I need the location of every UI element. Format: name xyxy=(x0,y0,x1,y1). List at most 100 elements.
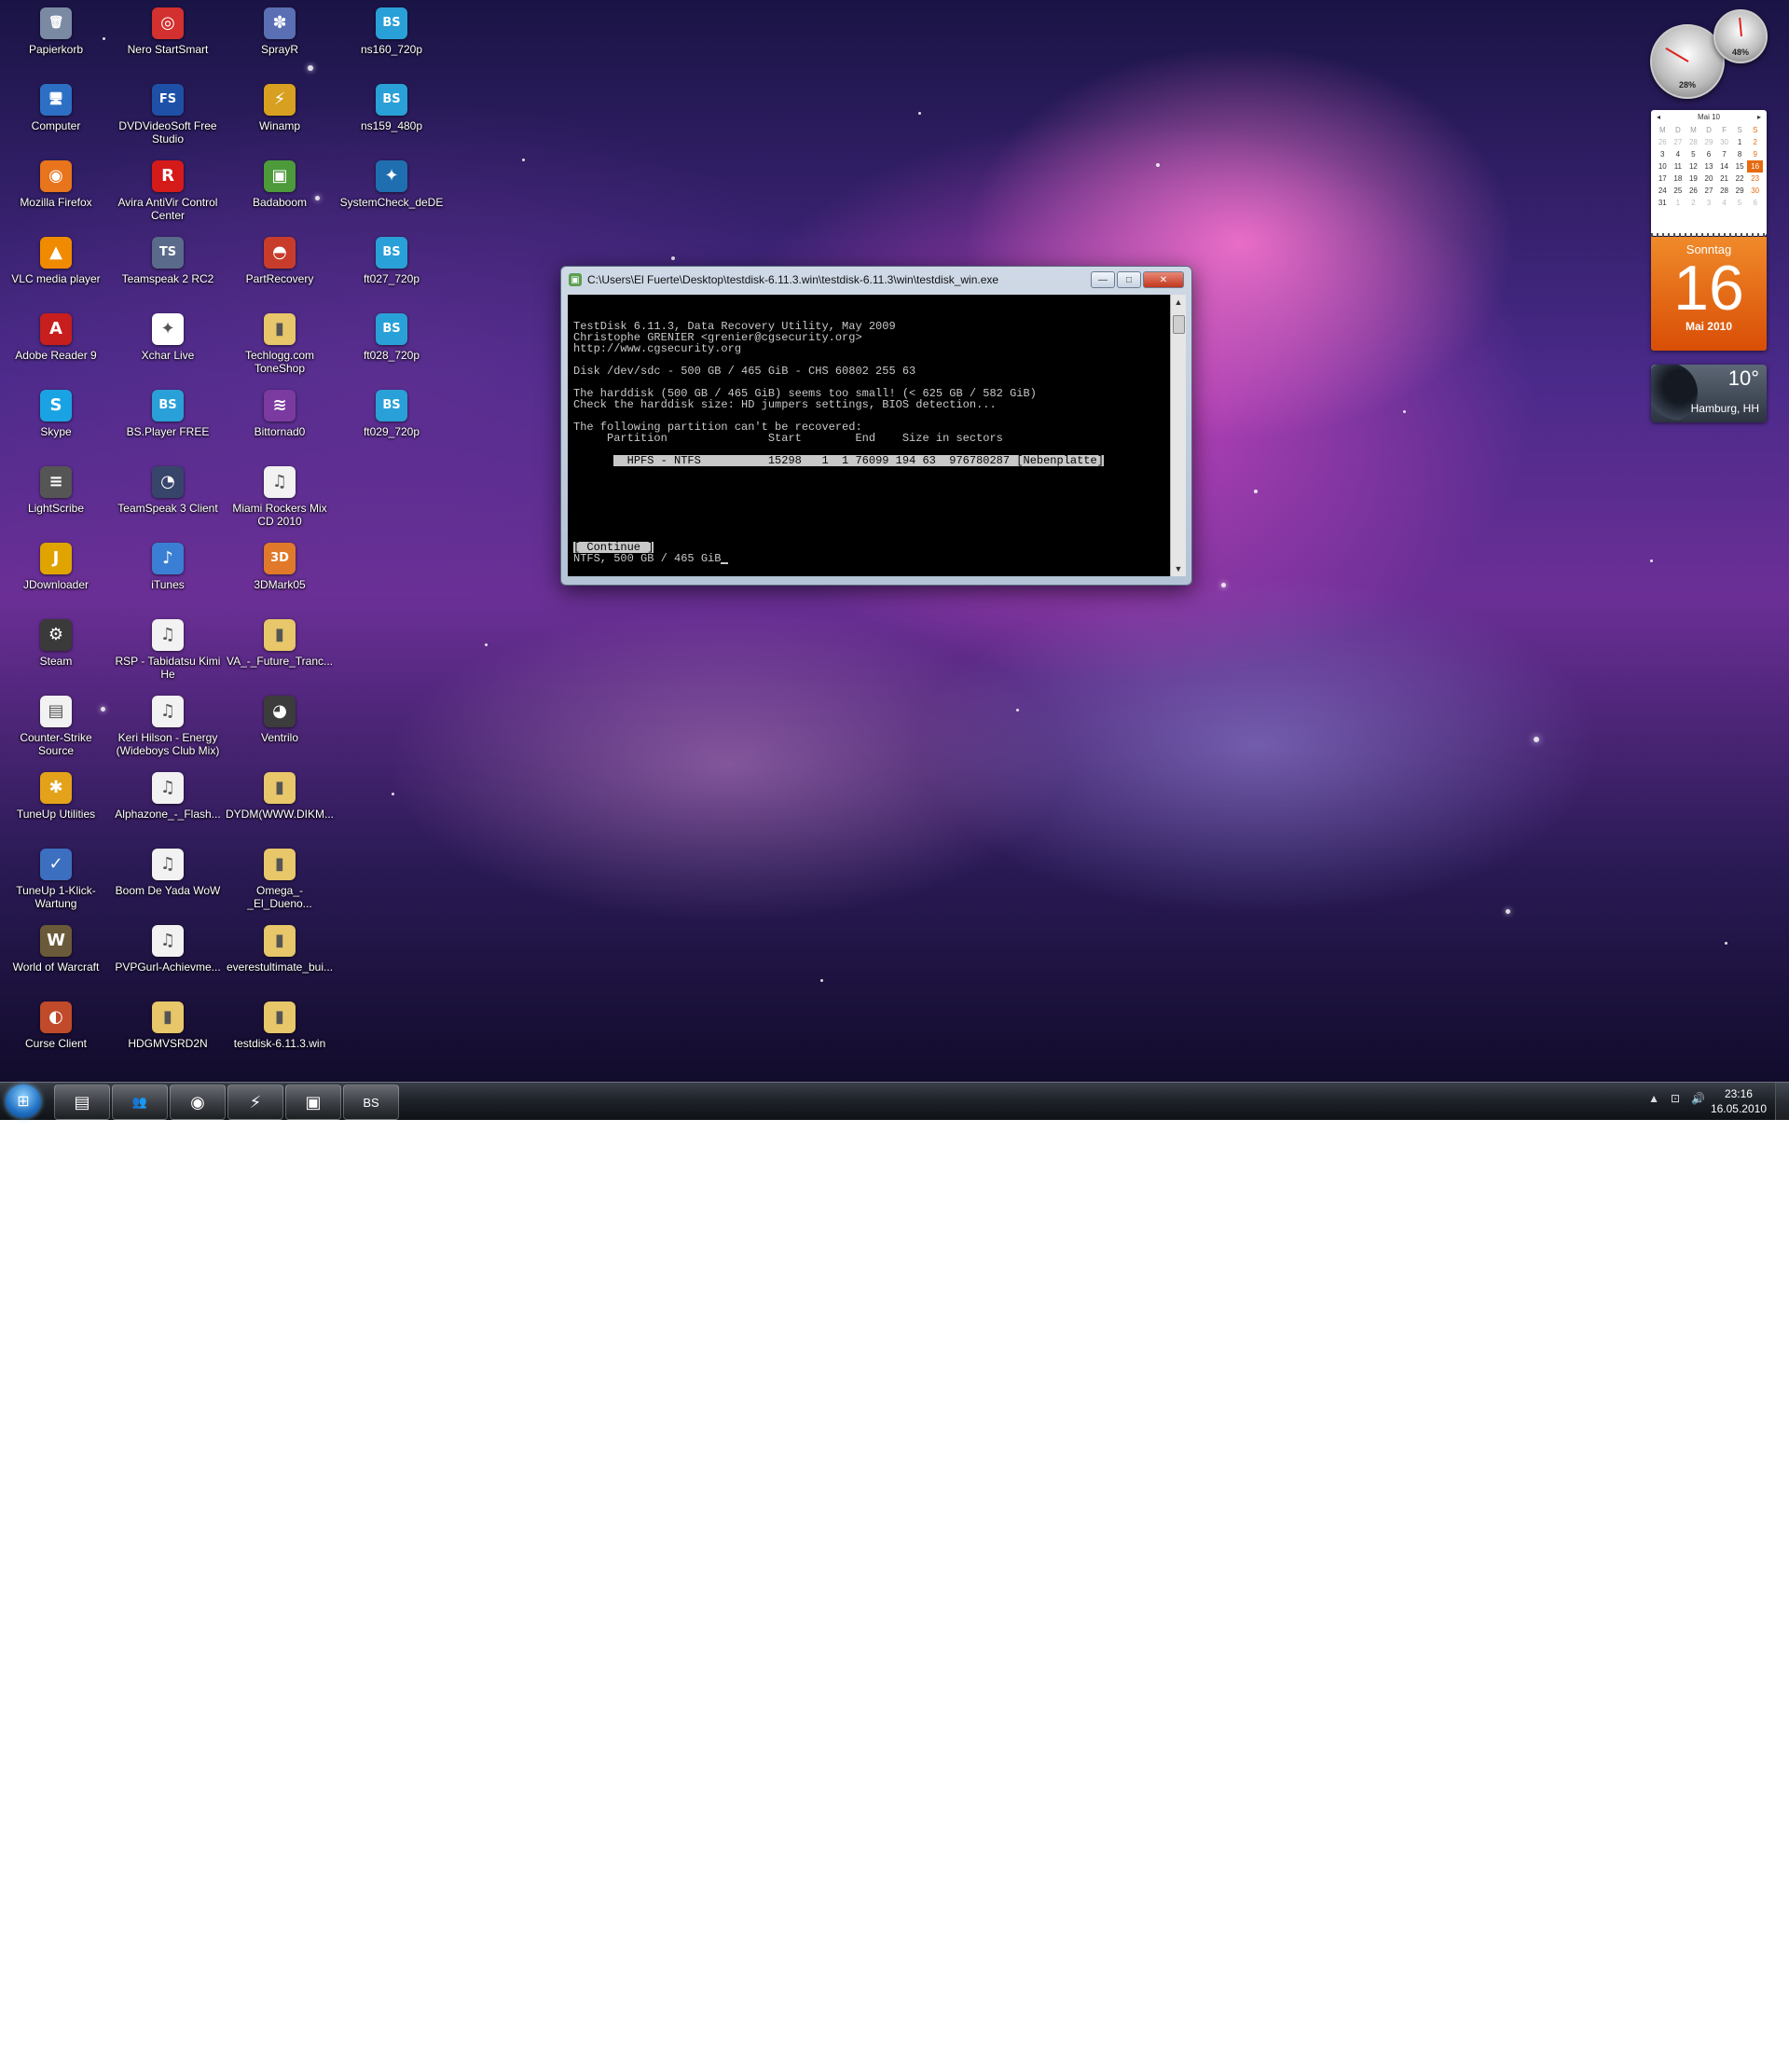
calendar-day[interactable]: 27 xyxy=(1701,185,1717,197)
weather-gadget[interactable]: 10° Hamburg, HH xyxy=(1651,365,1767,422)
calendar-day[interactable]: 28 xyxy=(1716,185,1732,197)
taskbar-button-explorer[interactable]: ▤ xyxy=(54,1084,110,1120)
calendar-day[interactable]: 12 xyxy=(1686,160,1701,173)
desktop-icon[interactable]: FS DVDVideoSoft Free Studio xyxy=(112,80,224,145)
cpu-meter-gadget[interactable]: 28% 48% xyxy=(1650,7,1768,99)
desktop-icon[interactable]: ▮ everestultimate_bui... xyxy=(224,921,336,974)
calendar-day[interactable]: 4 xyxy=(1671,148,1686,160)
calendar-day[interactable]: 31 xyxy=(1655,197,1671,209)
calendar-day[interactable]: 17 xyxy=(1655,173,1671,185)
taskbar-button-users[interactable]: 👥 xyxy=(112,1084,168,1120)
desktop-icon[interactable]: ✽ SprayR xyxy=(224,4,336,56)
calendar-day[interactable]: 10 xyxy=(1655,160,1671,173)
calendar-day[interactable]: 30 xyxy=(1747,185,1763,197)
desktop-icon[interactable]: ♫ RSP - Tabidatsu Kimi He xyxy=(112,615,224,681)
console-output[interactable]: TestDisk 6.11.3, Data Recovery Utility, … xyxy=(568,295,1170,576)
calendar-day[interactable]: 18 xyxy=(1671,173,1686,185)
desktop-icon[interactable]: 🖥 Computer xyxy=(0,80,112,132)
window-titlebar[interactable]: ▣ C:\Users\El Fuerte\Desktop\testdisk-6.… xyxy=(561,267,1191,293)
desktop-icon[interactable]: ♫ Boom De Yada WoW xyxy=(112,845,224,897)
calendar-day[interactable]: 2 xyxy=(1747,136,1763,148)
taskbar-button-testdisk[interactable]: ▣ xyxy=(285,1084,341,1120)
desktop-icon[interactable]: ✦ SystemCheck_deDE xyxy=(336,157,447,209)
desktop-icon[interactable]: ▤ Counter-Strike Source xyxy=(0,692,112,757)
minimize-button[interactable]: — xyxy=(1091,271,1115,288)
taskbar-button-firefox[interactable]: ◉ xyxy=(170,1084,226,1120)
desktop-icon[interactable]: ▮ DYDM(WWW.DIKM... xyxy=(224,768,336,821)
calendar-day[interactable]: 21 xyxy=(1716,173,1732,185)
desktop-icon[interactable]: ◐ Curse Client xyxy=(0,998,112,1050)
calendar-day[interactable]: 25 xyxy=(1671,185,1686,197)
desktop-icon[interactable]: ✦ Xchar Live xyxy=(112,310,224,362)
calendar-day[interactable]: 14 xyxy=(1716,160,1732,173)
calendar-day[interactable]: 6 xyxy=(1701,148,1717,160)
calendar-day[interactable]: 24 xyxy=(1655,185,1671,197)
desktop-icon[interactable]: ◓ PartRecovery xyxy=(224,233,336,285)
calendar-day[interactable]: 5 xyxy=(1686,148,1701,160)
desktop-icon[interactable]: ⚡ Winamp xyxy=(224,80,336,132)
desktop-icon[interactable]: ▮ HDGMVSRD2N xyxy=(112,998,224,1050)
calendar-day[interactable]: 1 xyxy=(1671,197,1686,209)
desktop-icon[interactable]: ◎ Nero StartSmart xyxy=(112,4,224,56)
calendar-day[interactable]: 27 xyxy=(1671,136,1686,148)
calendar-day[interactable]: 2 xyxy=(1686,197,1701,209)
maximize-button[interactable]: □ xyxy=(1117,271,1141,288)
close-button[interactable]: ✕ xyxy=(1143,271,1184,288)
desktop-icon[interactable]: ≡ LightScribe xyxy=(0,463,112,515)
calendar-day[interactable]: 6 xyxy=(1747,197,1763,209)
calendar-day[interactable]: 23 xyxy=(1747,173,1763,185)
calendar-day[interactable]: 19 xyxy=(1686,173,1701,185)
desktop-icon[interactable]: BS ft029_720p xyxy=(336,386,447,438)
show-desktop-button[interactable] xyxy=(1775,1083,1789,1120)
desktop-icon[interactable]: 🗑 Papierkorb xyxy=(0,4,112,56)
calendar-day[interactable]: 13 xyxy=(1701,160,1717,173)
desktop-icon[interactable]: ▮ Omega_-_El_Dueno... xyxy=(224,845,336,910)
desktop-icon[interactable]: 3D 3DMark05 xyxy=(224,539,336,591)
start-button[interactable]: ⊞ xyxy=(6,1084,41,1118)
calendar-day[interactable]: 3 xyxy=(1655,148,1671,160)
desktop-icon[interactable]: ✓ TuneUp 1-Klick-Wartung xyxy=(0,845,112,910)
desktop-icon[interactable]: BS ft027_720p xyxy=(336,233,447,285)
calendar-day[interactable]: 9 xyxy=(1747,148,1763,160)
desktop-icon[interactable]: ♪ iTunes xyxy=(112,539,224,591)
volume-icon[interactable]: 🔊 xyxy=(1691,1092,1705,1105)
desktop-icon[interactable]: ✱ TuneUp Utilities xyxy=(0,768,112,821)
scroll-thumb[interactable] xyxy=(1173,315,1185,334)
desktop-icon[interactable]: ≋ Bittornad0 xyxy=(224,386,336,438)
desktop-icon[interactable]: J JDownloader xyxy=(0,539,112,591)
calendar-day[interactable]: 29 xyxy=(1701,136,1717,148)
calendar-day[interactable]: 28 xyxy=(1686,136,1701,148)
calendar-day[interactable]: 30 xyxy=(1716,136,1732,148)
calendar-day[interactable]: 8 xyxy=(1732,148,1748,160)
desktop-icon[interactable]: ▣ Badaboom xyxy=(224,157,336,209)
desktop-icon[interactable]: ⚙ Steam xyxy=(0,615,112,668)
calendar-day[interactable]: 11 xyxy=(1671,160,1686,173)
testdisk-window[interactable]: ▣ C:\Users\El Fuerte\Desktop\testdisk-6.… xyxy=(560,266,1192,586)
desktop-icon[interactable]: ▮ VA_-_Future_Tranc... xyxy=(224,615,336,668)
desktop-icon[interactable]: TS Teamspeak 2 RC2 xyxy=(112,233,224,285)
desktop-icon[interactable]: ▮ testdisk-6.11.3.win xyxy=(224,998,336,1050)
calendar-day[interactable]: 15 xyxy=(1732,160,1748,173)
desktop-icon[interactable]: ♫ Alphazone_-_Flash... xyxy=(112,768,224,821)
desktop-icon[interactable]: BS BS.Player FREE xyxy=(112,386,224,438)
desktop-icon[interactable]: ◉ Mozilla Firefox xyxy=(0,157,112,209)
calendar-next-icon[interactable]: ▸ xyxy=(1757,113,1761,121)
network-icon[interactable]: ⊡ xyxy=(1671,1092,1680,1105)
desktop-icon[interactable]: BS ns159_480p xyxy=(336,80,447,132)
scroll-down-icon[interactable]: ▼ xyxy=(1171,561,1186,576)
desktop-icon[interactable]: W World of Warcraft xyxy=(0,921,112,974)
scroll-up-icon[interactable]: ▲ xyxy=(1171,295,1186,310)
calendar-day[interactable]: 16 xyxy=(1747,160,1763,173)
desktop-icon[interactable]: ♫ PVPGurl-Achievme... xyxy=(112,921,224,974)
desktop-icon[interactable]: ◕ Ventrilo xyxy=(224,692,336,744)
console-scrollbar[interactable]: ▲ ▼ xyxy=(1170,295,1186,576)
desktop-icon[interactable]: ▲ VLC media player xyxy=(0,233,112,285)
calendar-day[interactable]: 4 xyxy=(1716,197,1732,209)
desktop-icon[interactable]: BS ft028_720p xyxy=(336,310,447,362)
taskbar-button-winamp[interactable]: ⚡ xyxy=(227,1084,283,1120)
desktop-icon[interactable]: R Avira AntiVir Control Center xyxy=(112,157,224,222)
show-hidden-icons-icon[interactable]: ▲ xyxy=(1648,1092,1659,1105)
desktop-icon[interactable]: BS ns160_720p xyxy=(336,4,447,56)
calendar-day[interactable]: 26 xyxy=(1686,185,1701,197)
desktop-icon[interactable]: ♫ Miami Rockers Mix CD 2010 xyxy=(224,463,336,528)
